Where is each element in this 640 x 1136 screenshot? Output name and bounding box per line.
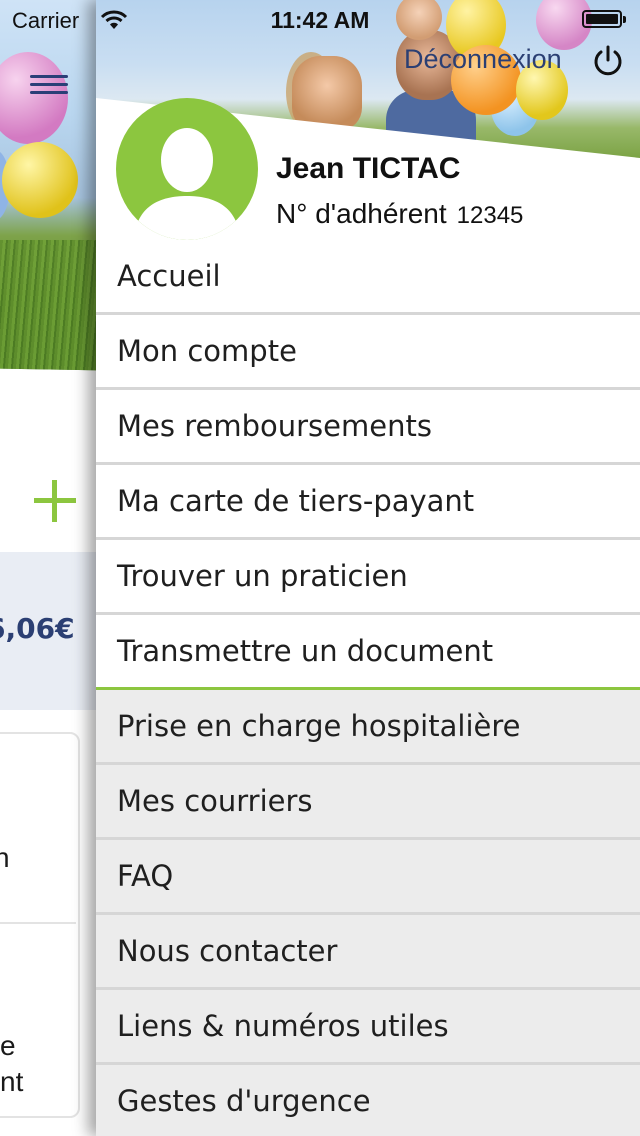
menu-item-trouver-praticien[interactable]: Trouver un praticien [96,540,640,615]
member-label: N° d'adhérent [276,198,447,229]
user-silhouette-icon [134,128,240,240]
card-text-fragment: n [0,842,10,873]
card-divider [0,922,76,924]
member-number: 12345 [456,202,524,229]
member-info: N° d'adhérent 12345 [276,198,523,230]
clock: 11:42 AM [270,7,370,33]
menu-list: Accueil Mon compte Mes remboursements Ma… [96,240,640,1136]
add-icon[interactable] [32,478,78,524]
side-menu: Déconnexion Jean TICTAC N° d'adhérent 123… [96,0,640,1136]
user-name: Jean TICTAC [276,152,461,185]
card-text-fragment: e [0,1030,16,1061]
menu-item-gestes-urgence[interactable]: Gestes d'urgence [96,1065,640,1136]
avatar[interactable] [116,98,258,240]
menu-item-prise-en-charge[interactable]: Prise en charge hospitalière [96,690,640,765]
menu-item-accueil[interactable]: Accueil [96,240,640,315]
balloon-image [2,142,78,218]
menu-item-transmettre-document[interactable]: Transmettre un document [96,615,640,690]
menu-item-mes-courriers[interactable]: Mes courriers [96,765,640,840]
menu-item-faq[interactable]: FAQ [96,840,640,915]
menu-item-nous-contacter[interactable]: Nous contacter [96,915,640,990]
status-bar: Carrier 11:42 AM [0,0,640,40]
menu-item-liens-numeros[interactable]: Liens & numéros utiles [96,990,640,1065]
card-text-fragment: nt [0,1066,24,1097]
amount-value: 6,06€ [0,612,75,645]
menu-item-mon-compte[interactable]: Mon compte [96,315,640,390]
menu-toggle-icon[interactable] [30,70,68,100]
menu-item-carte-tiers-payant[interactable]: Ma carte de tiers-payant [96,465,640,540]
logout-link[interactable]: Déconnexion [404,44,562,75]
power-icon[interactable] [592,44,624,78]
menu-item-mes-remboursements[interactable]: Mes remboursements [96,390,640,465]
battery-icon [582,10,628,30]
